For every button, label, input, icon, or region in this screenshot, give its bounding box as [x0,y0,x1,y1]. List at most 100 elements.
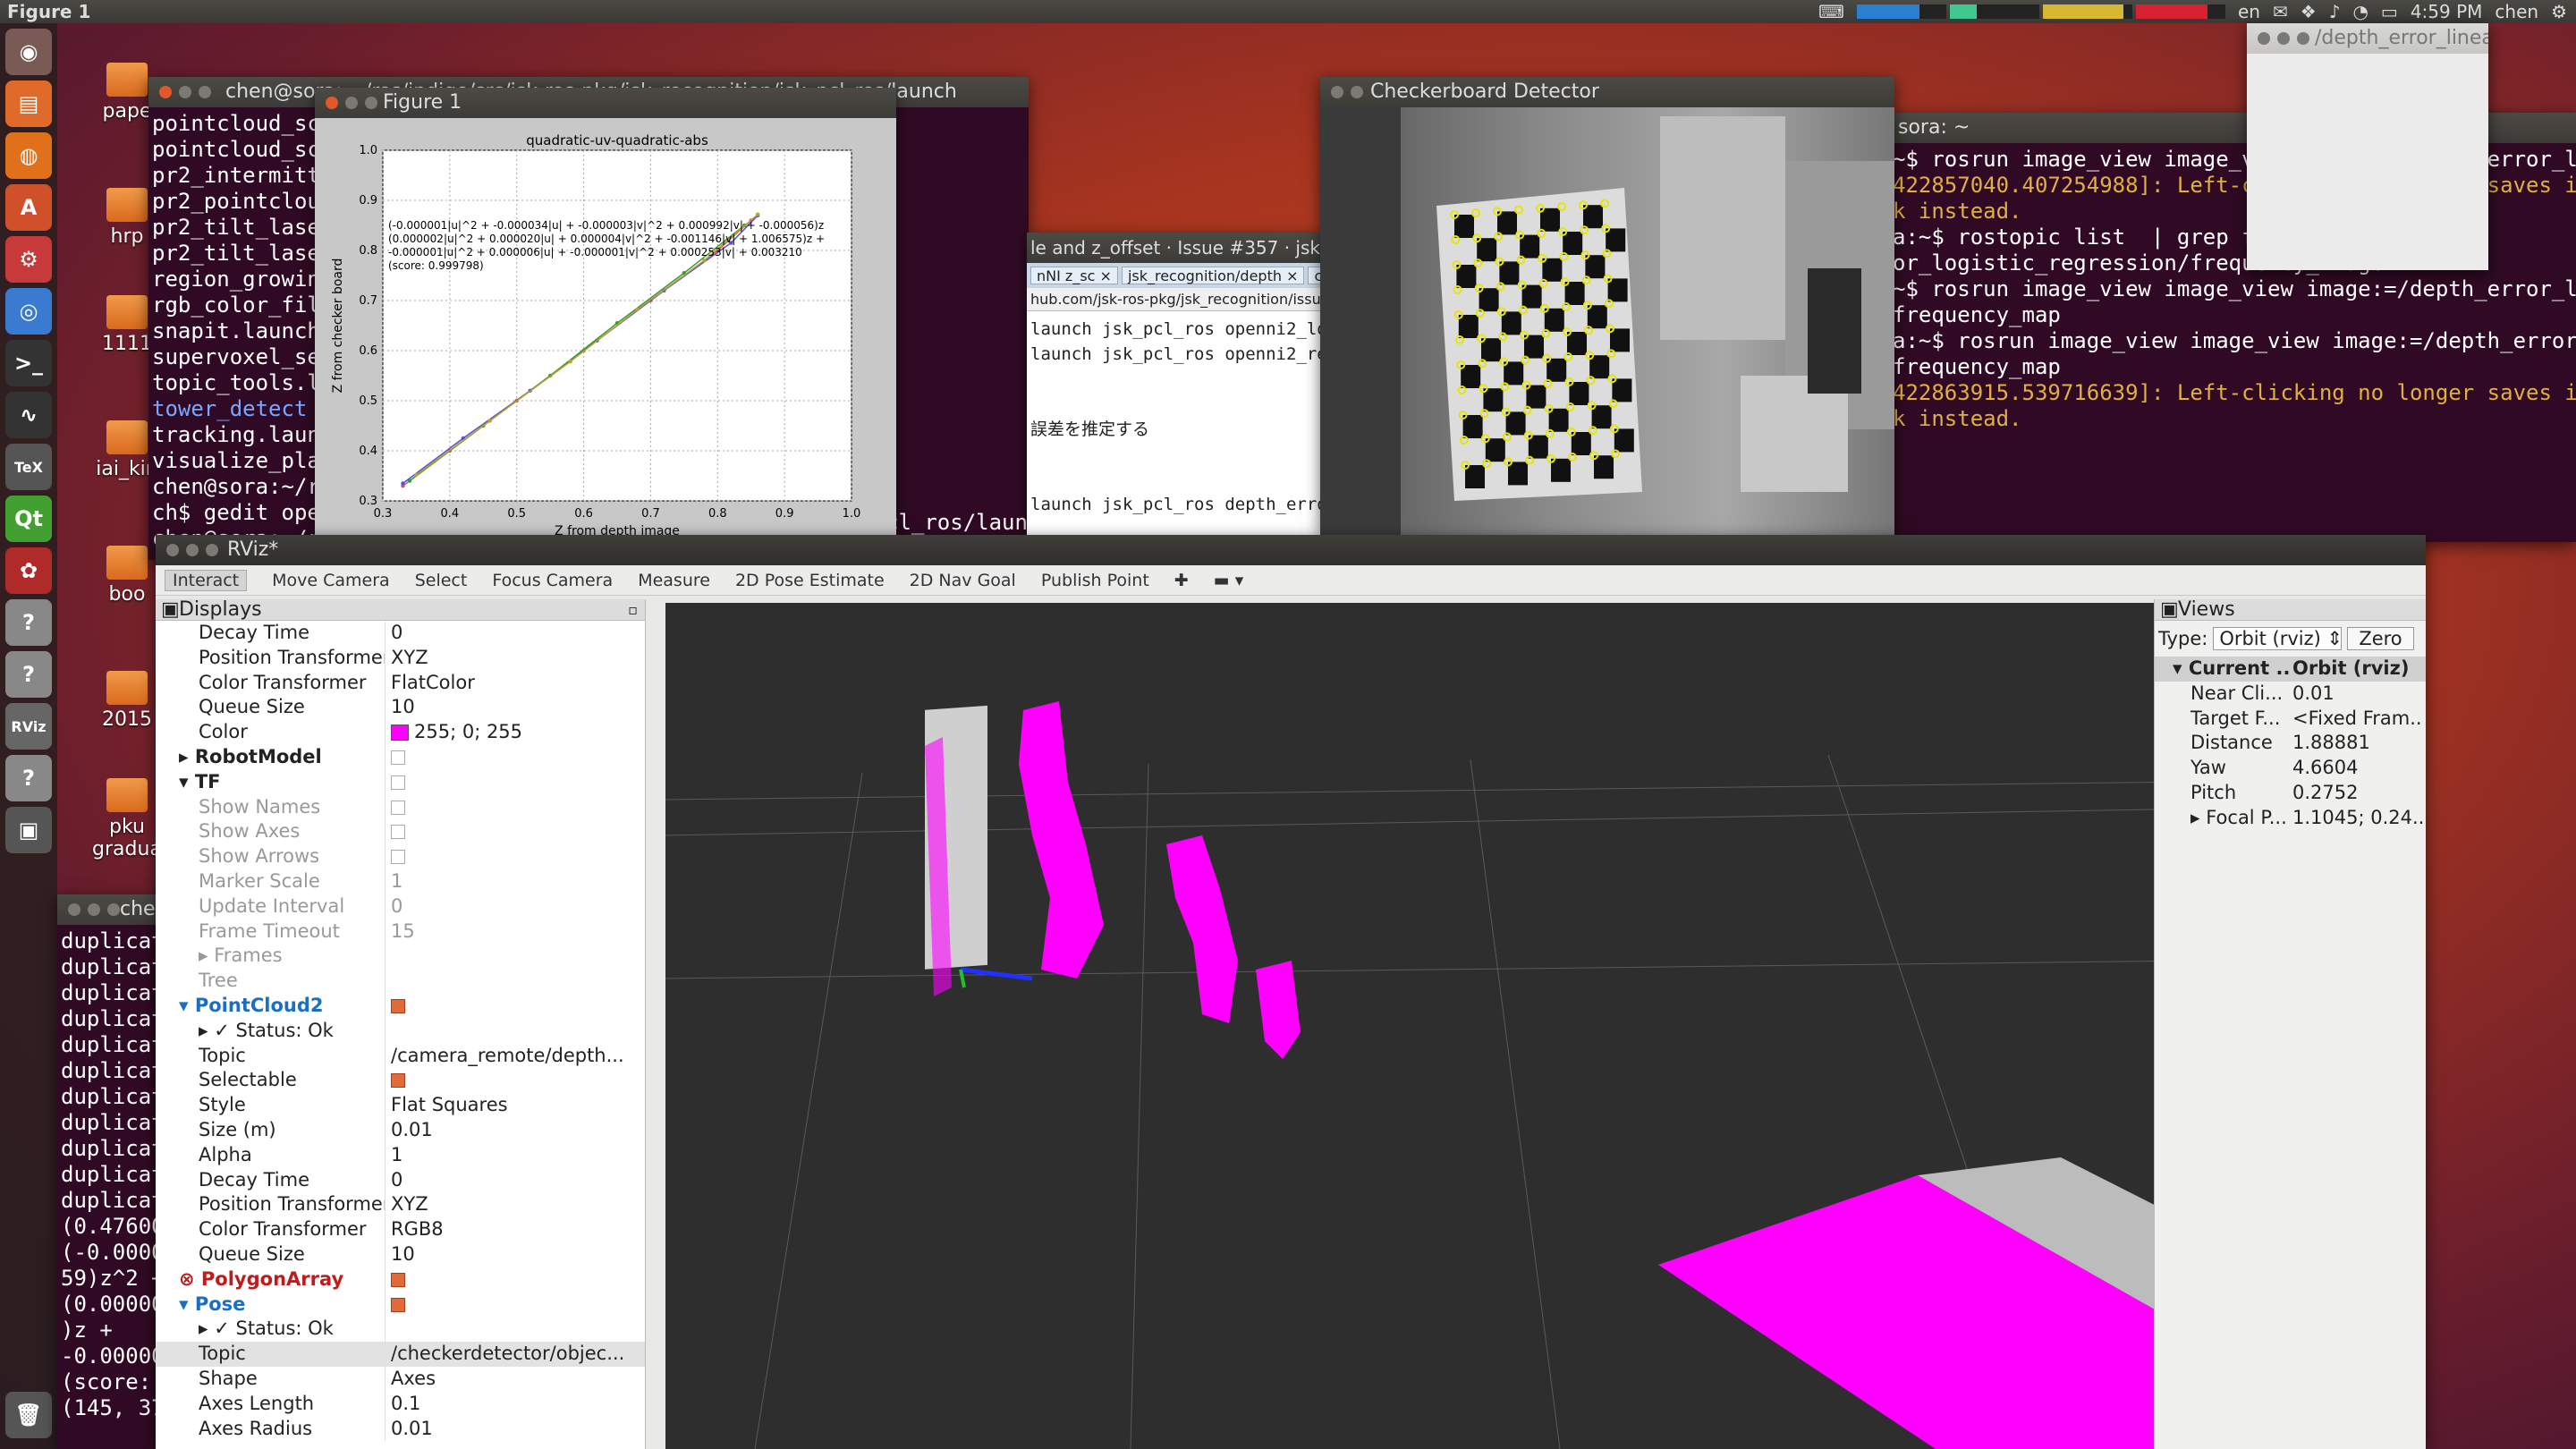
visibility-checkbox[interactable] [391,998,405,1013]
3d-viewport[interactable] [665,603,2202,1449]
display-property-row[interactable]: ▸ Frames [156,944,645,970]
view-property-row[interactable]: Yaw 4.6604 [2155,756,2426,781]
depth-error-titlebar[interactable]: /depth_error_linear_ [2247,23,2488,54]
figure-titlebar[interactable]: Figure 1 [315,88,896,118]
color-swatch[interactable] [391,724,409,741]
minimize-icon[interactable] [186,544,199,556]
display-property-row[interactable]: Color Transformer RGB8 [156,1217,645,1242]
property-value[interactable] [385,769,628,795]
display-property-row[interactable]: ⊗ PolygonArray [156,1267,645,1292]
rviz-tool-5[interactable]: 2D Pose Estimate [735,571,885,590]
maximize-icon[interactable] [107,903,120,916]
display-property-row[interactable]: Topic/checkerdetector/objec... [156,1342,645,1367]
view-current-row[interactable]: ▾ Current ... Orbit (rviz) [2155,657,2426,682]
qtcreator-icon[interactable]: Qt [5,496,52,542]
volume-icon[interactable]: ♪ [2329,1,2341,22]
firefox-icon[interactable]: ◍ [5,132,52,179]
browser-titlebar[interactable]: le and z_offset · Issue #357 · jsk-ros-p… [1027,233,1322,263]
minimize-icon[interactable] [88,903,100,916]
rviz-tool-3[interactable]: Focus Camera [492,571,613,590]
display-property-row[interactable]: Decay Time 0 [156,621,645,646]
software-center-icon[interactable]: A [5,184,52,231]
mail-icon[interactable]: ✉ [2273,1,2288,22]
view-property-row[interactable]: Near Cli... 0.01 [2155,682,2426,707]
close-icon[interactable] [326,97,338,109]
rviz-tool-6[interactable]: 2D Nav Goal [910,571,1016,590]
rviz-tool-1[interactable]: Move Camera [272,571,390,590]
views-header[interactable]: ▣ Views [2155,599,2426,621]
display-property-row[interactable]: Axes Length 0.1 [156,1391,645,1417]
display-property-row[interactable]: Topic/camera_remote/depth... [156,1043,645,1069]
display-property-row[interactable]: Position Transformer XYZ [156,1192,645,1218]
minimize-icon[interactable] [2277,32,2290,45]
display-property-row[interactable]: Queue Size 10 [156,1241,645,1267]
keyboard-icon[interactable]: ⌨ [1818,1,1844,22]
figure-canvas[interactable]: 0.3 0.4 0.5 0.6 0.7 0.8 0.9 1.0 0.3 0.4 0.5 0.6 0.7… [315,118,896,556]
property-value[interactable] [385,993,628,1019]
rviz-tool-8[interactable]: ✚ [1174,571,1189,590]
property-value[interactable] [385,744,628,770]
close-icon[interactable] [1331,86,1343,98]
minimize-icon[interactable] [179,86,191,98]
rviz-window[interactable]: RViz* Interact Move Camera Select Focus Cam… [156,535,2426,1449]
display-property-row[interactable]: Update Interval 0 [156,894,645,919]
browser-tab[interactable]: jsk_recognition/depth × [1121,267,1305,284]
close-icon[interactable] [68,903,80,916]
chromium-icon[interactable]: ◎ [5,288,52,335]
display-property-row[interactable]: Position Transformer XYZ [156,645,645,671]
dash-icon[interactable]: ◉ [5,29,52,75]
property-value[interactable]: XYZ [385,645,628,671]
display-property-row[interactable]: Decay Time 0 [156,1167,645,1193]
unknown-app-icon[interactable]: ? [5,651,52,698]
display-property-row[interactable]: ▾ TF [156,769,645,795]
visibility-checkbox[interactable] [391,800,405,815]
property-value[interactable]: 1 [385,869,628,894]
display-property-row[interactable]: ▸ ✓ Status: Ok [156,1018,645,1044]
dropbox-icon[interactable]: ❖ [2301,1,2317,22]
minimize-icon[interactable] [345,97,358,109]
property-value[interactable] [385,944,628,970]
visibility-checkbox[interactable] [391,1272,405,1287]
property-value[interactable]: 0.1 [385,1391,628,1417]
visibility-checkbox[interactable] [391,1297,405,1312]
system-monitor-icon[interactable]: ∿ [5,392,52,438]
view-property-row[interactable]: Pitch 0.2752 [2155,781,2426,806]
display-property-row[interactable]: Tree [156,969,645,994]
display-property-row[interactable]: Show Arrows [156,844,645,869]
displays-header[interactable]: ▣ Displays ▫ [156,599,645,621]
display-property-row[interactable]: Show Axes [156,819,645,845]
figure-window[interactable]: Figure 1 0.3 0.4 0.5 0.6 0.7 0.8 0.9 1.0 0.3 0.4… [315,88,896,589]
property-value[interactable]: 0 [385,621,628,646]
display-property-row[interactable]: ▾ Pose [156,1292,645,1318]
minimize-icon[interactable] [1351,86,1363,98]
rviz-tool-4[interactable]: Measure [638,571,710,590]
rviz-titlebar[interactable]: RViz* [156,535,2426,565]
files-icon[interactable]: ▤ [5,80,52,127]
battery-icon[interactable]: ▭ [2381,1,2398,22]
visibility-checkbox[interactable] [391,850,405,865]
view-property-row[interactable]: Target F... <Fixed Fram... [2155,707,2426,732]
view-property-row[interactable]: Distance 1.88881 [2155,731,2426,756]
view-property-row[interactable]: ▸ Focal P... 1.1045; 0.24... [2155,806,2426,831]
display-property-row[interactable]: Marker Scale 1 [156,869,645,894]
property-value[interactable]: Axes [385,1366,628,1392]
property-value[interactable]: 0 [385,894,628,919]
visibility-checkbox[interactable] [391,775,405,790]
gimp-icon[interactable]: ✿ [5,547,52,594]
url-bar[interactable]: hub.com/jsk-ros-pkg/jsk_recognition/issu… [1027,288,1322,311]
display-property-row[interactable]: Style Flat Squares [156,1093,645,1118]
property-value[interactable] [385,969,628,994]
display-property-row[interactable]: ▸ RobotModel [156,744,645,770]
depth-error-window[interactable]: /depth_error_linear_ [2247,23,2488,270]
maximize-icon[interactable] [206,544,218,556]
property-value[interactable]: Flat Squares [385,1093,628,1118]
rviz-tool-2[interactable]: Select [415,571,468,590]
visibility-checkbox[interactable] [391,825,405,840]
close-icon[interactable] [166,544,179,556]
display-property-row[interactable]: Frame Timeout 15 [156,919,645,945]
display-property-row[interactable]: ▸ ✓ Status: Ok [156,1317,645,1343]
checker-titlebar[interactable]: Checkerboard Detector [1320,77,1894,107]
display-property-row[interactable]: Alpha 1 [156,1142,645,1168]
property-value[interactable]: FlatColor [385,670,628,696]
lang-indicator[interactable]: en [2238,1,2260,22]
